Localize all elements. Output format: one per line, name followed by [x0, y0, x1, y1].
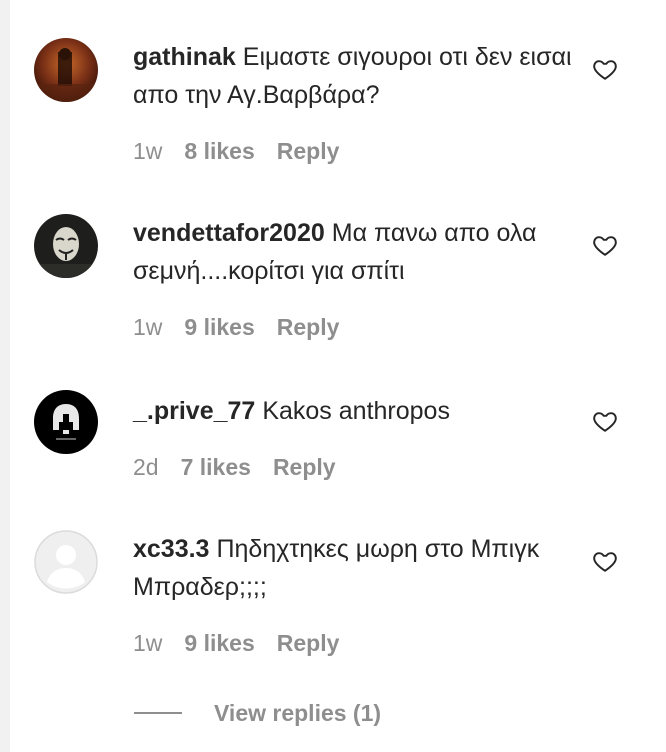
comment-likes[interactable]: 7 likes	[181, 454, 251, 480]
view-replies-button[interactable]: View replies (1)	[134, 698, 381, 728]
mask-avatar-icon	[34, 214, 98, 278]
spartan-helmet-avatar-icon	[34, 390, 98, 454]
reply-button[interactable]: Reply	[277, 138, 340, 164]
comment-meta: 1w 8 likes Reply	[133, 138, 361, 165]
comment-likes[interactable]: 9 likes	[184, 314, 254, 340]
comment-text: gathinak Ειμαστε σιγουροι οτι δεν εισαι α…	[133, 38, 573, 114]
comment-meta: 1w 9 likes Reply	[133, 630, 361, 657]
default-avatar-icon	[34, 530, 98, 594]
comment-text: xc33.3 Πηδηχτηκες μωρη στο Μπιγκ Μπραδερ;…	[133, 530, 573, 606]
heart-icon[interactable]	[592, 232, 618, 258]
heart-icon[interactable]	[592, 408, 618, 434]
comment-likes[interactable]: 8 likes	[184, 138, 254, 164]
comment-text: _.prive_77 Kakos anthropos	[133, 392, 573, 430]
comment-time[interactable]: 1w	[133, 138, 162, 164]
heart-icon[interactable]	[592, 56, 618, 82]
comment-meta: 1w 9 likes Reply	[133, 314, 361, 341]
comment-likes[interactable]: 9 likes	[184, 630, 254, 656]
comment-username[interactable]: _.prive_77	[133, 397, 255, 425]
comment-time[interactable]: 2d	[133, 454, 159, 480]
comment-text: vendettafor2020 Μα πανω απο ολα σεμνή....…	[133, 214, 573, 290]
comment-meta: 2d 7 likes Reply	[133, 454, 358, 481]
avatar[interactable]	[34, 214, 98, 278]
comment-username[interactable]: vendettafor2020	[133, 219, 325, 247]
reply-button[interactable]: Reply	[273, 454, 336, 480]
comment-time[interactable]: 1w	[133, 630, 162, 656]
comment-body: Kakos anthropos	[262, 397, 450, 425]
photo-avatar-icon	[34, 38, 98, 102]
comment-time[interactable]: 1w	[133, 314, 162, 340]
reply-button[interactable]: Reply	[277, 314, 340, 340]
avatar[interactable]	[34, 38, 98, 102]
replies-divider-line	[134, 712, 182, 714]
reply-button[interactable]: Reply	[277, 630, 340, 656]
comment-username[interactable]: xc33.3	[133, 535, 209, 563]
left-edge-divider	[0, 0, 10, 752]
avatar[interactable]	[34, 390, 98, 454]
avatar[interactable]	[34, 530, 98, 594]
comment-username[interactable]: gathinak	[133, 43, 236, 71]
view-replies-label: View replies (1)	[214, 699, 382, 726]
heart-icon[interactable]	[592, 548, 618, 574]
